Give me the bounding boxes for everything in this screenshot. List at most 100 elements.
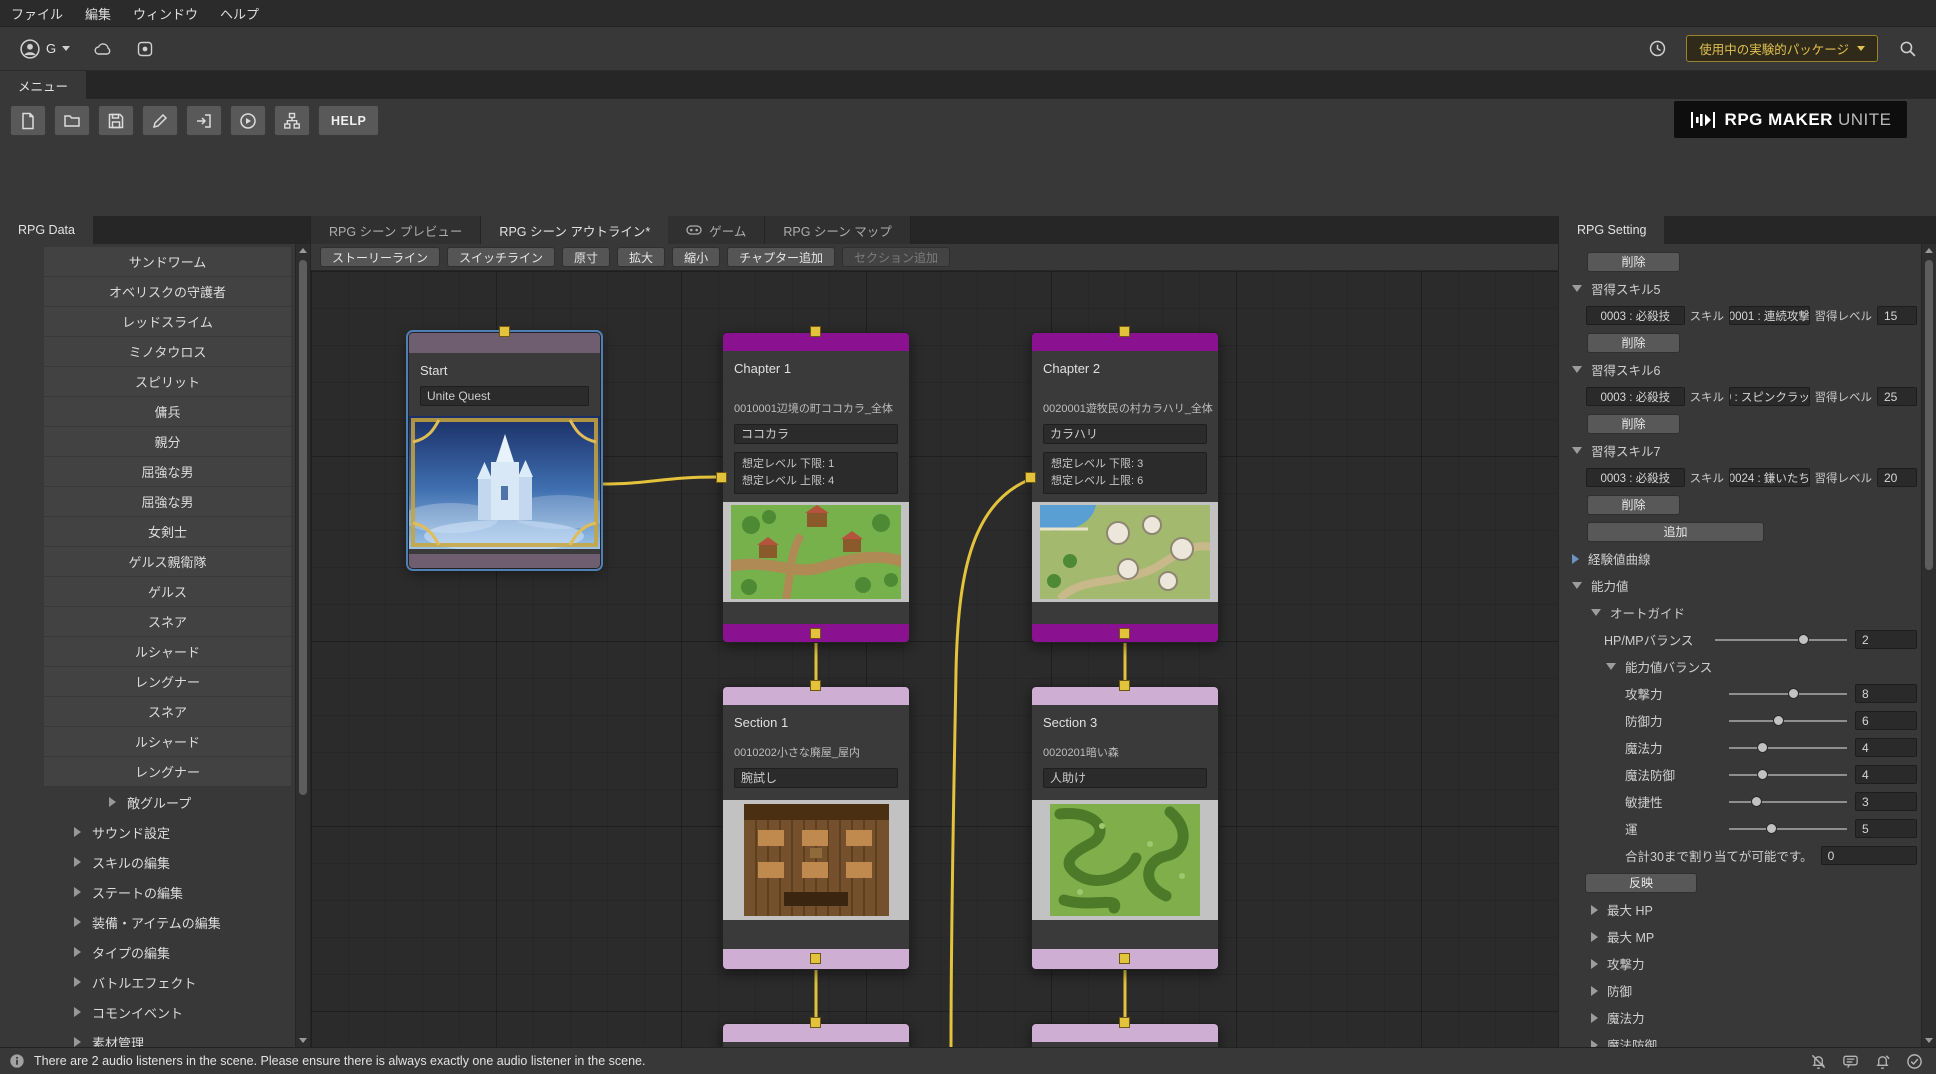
skill-type-field[interactable]: 0003 : 必殺技 [1586,387,1685,406]
rpg-setting-scrollbar[interactable] [1921,244,1936,1047]
cloud-button[interactable] [88,35,118,63]
search-button[interactable] [1892,35,1922,63]
stat-foldout[interactable]: 魔法防御 [1559,1031,1921,1047]
add-skill-button[interactable]: 追加 [1587,522,1764,542]
stat-slider[interactable] [1729,815,1847,842]
delete-skill-button[interactable]: 削除 [1587,414,1680,434]
stat-value-field[interactable]: 4 [1855,765,1917,784]
stat-foldout[interactable]: 防御 [1559,977,1921,1004]
delete-skill-button[interactable]: 削除 [1587,252,1680,272]
section3-name-field[interactable]: 人助け [1043,768,1207,788]
export-button[interactable] [186,105,222,136]
port-partial-right-in[interactable] [1119,1017,1130,1028]
tab-scene-map[interactable]: RPG シーン マップ [765,216,910,244]
tab-rpg-data[interactable]: RPG Data [0,216,93,244]
tree-item-category[interactable]: タイプの編集 [0,937,295,967]
scroll-up-icon[interactable] [1922,244,1936,257]
scroll-up-icon[interactable] [296,244,310,257]
rpg-data-list-item[interactable]: レングナー [44,667,291,696]
slider-thumb[interactable] [1788,688,1799,699]
play-button[interactable] [230,105,266,136]
start-name-field[interactable]: Unite Quest [420,386,589,406]
tab-scene-outline[interactable]: RPG シーン アウトライン* [481,216,668,244]
stat-foldout[interactable]: 攻撃力 [1559,950,1921,977]
rpg-data-list-item[interactable]: スネア [44,697,291,726]
rpg-data-list-item[interactable]: スピリット [44,367,291,396]
rpg-data-list-item[interactable]: レングナー [44,757,291,786]
bell-icon[interactable] [1874,1053,1891,1070]
chapter1-name-field[interactable]: ココカラ [734,424,898,444]
tab-rpg-setting[interactable]: RPG Setting [1559,216,1664,244]
check-circle-icon[interactable] [1906,1053,1923,1070]
stat-foldout[interactable]: 最大 HP [1559,896,1921,923]
rpg-data-list-item[interactable]: ゲルス [44,577,291,606]
skill-group-foldout[interactable]: 習得スキル6 [1559,356,1921,383]
delete-skill-button[interactable]: 削除 [1587,495,1680,515]
outline-canvas[interactable]: Start Unite Quest [311,271,1558,1047]
ability-foldout[interactable]: 能力値 [1559,572,1921,599]
delete-skill-button[interactable]: 削除 [1587,333,1680,353]
tree-item-category[interactable]: サウンド設定 [0,817,295,847]
port-start-in[interactable] [499,326,510,337]
storyline-button[interactable]: ストーリーライン [320,247,440,267]
scrollbar-thumb[interactable] [299,260,307,795]
port-section1-in[interactable] [810,680,821,691]
tree-item-category[interactable]: 素材管理 [0,1027,295,1047]
chapter2-name-field[interactable]: カラハリ [1043,424,1207,444]
zoom-in-button[interactable]: 拡大 [617,247,665,267]
rpg-data-list-item[interactable]: 傭兵 [44,397,291,426]
chapter1-node[interactable]: Chapter 1 0010001辺境の町ココカラ_全体 ココカラ 想定レベル … [722,332,910,643]
rpg-data-list-item[interactable]: サンドワーム [44,247,291,276]
rpg-data-list-item[interactable]: 屈強な男 [44,487,291,516]
section1-name-field[interactable]: 腕試し [734,768,898,788]
skill-field[interactable]: 0039 : スピンクラッシュ [1729,387,1809,406]
port-section1-out[interactable] [810,953,821,964]
skill-level-field[interactable]: 20 [1877,468,1917,487]
new-project-button[interactable] [10,105,46,136]
apply-button[interactable]: 反映 [1585,873,1697,893]
save-button[interactable] [98,105,134,136]
port-chapter1-in[interactable] [810,326,821,337]
stat-slider[interactable] [1729,734,1847,761]
section1-node[interactable]: Section 1 0010202小さな廃屋_屋内 腕試し [722,686,910,970]
slider-thumb[interactable] [1798,634,1809,645]
menu-edit[interactable]: 編集 [74,0,122,26]
tree-item-category[interactable]: バトルエフェクト [0,967,295,997]
account-dropdown[interactable]: G [14,37,76,61]
scroll-down-icon[interactable] [1922,1034,1936,1047]
tab-scene-preview[interactable]: RPG シーン プレビュー [311,216,481,244]
services-button[interactable] [130,35,160,63]
edit-button[interactable] [142,105,178,136]
start-node[interactable]: Start Unite Quest [408,332,601,569]
rpg-data-list-item[interactable]: スネア [44,607,291,636]
experimental-package-button[interactable]: 使用中の実験的パッケージ [1686,35,1878,62]
chapter2-node[interactable]: Chapter 2 0020001遊牧民の村カラハリ_全体 カラハリ 想定レベル… [1031,332,1219,643]
slider-thumb[interactable] [1757,742,1768,753]
skill-type-field[interactable]: 0003 : 必殺技 [1586,468,1685,487]
stat-value-field[interactable]: 6 [1855,711,1917,730]
scroll-down-icon[interactable] [296,1034,310,1047]
hpmp-balance-value[interactable]: 2 [1855,630,1917,649]
tree-item-enemy-group[interactable]: 敵グループ [0,787,295,817]
tab-menu-window[interactable]: メニュー [0,71,86,99]
add-chapter-button[interactable]: チャプター追加 [727,247,835,267]
menu-window[interactable]: ウィンドウ [122,0,209,26]
tab-game[interactable]: ゲーム [668,216,765,244]
port-chapter2-left[interactable] [1025,472,1036,483]
slider-thumb[interactable] [1766,823,1777,834]
section3-node[interactable]: Section 3 0020201暗い森 人助け [1031,686,1219,970]
slider-thumb[interactable] [1757,769,1768,780]
hpmp-balance-slider[interactable] [1715,626,1847,653]
stat-value-field[interactable]: 3 [1855,792,1917,811]
rpg-data-list-item[interactable]: 屈強な男 [44,457,291,486]
port-chapter1-out[interactable] [810,628,821,639]
skill-group-foldout[interactable]: 習得スキル7 [1559,437,1921,464]
skill-level-field[interactable]: 15 [1877,306,1917,325]
stat-slider[interactable] [1729,680,1847,707]
rpg-data-list-item[interactable]: レッドスライム [44,307,291,336]
rpg-data-list-item[interactable]: ルシャード [44,637,291,666]
total-points-field[interactable]: 0 [1821,846,1917,865]
skill-level-field[interactable]: 25 [1877,387,1917,406]
message-icon[interactable] [1842,1053,1859,1070]
rpg-data-list-item[interactable]: ゲルス親衛隊 [44,547,291,576]
